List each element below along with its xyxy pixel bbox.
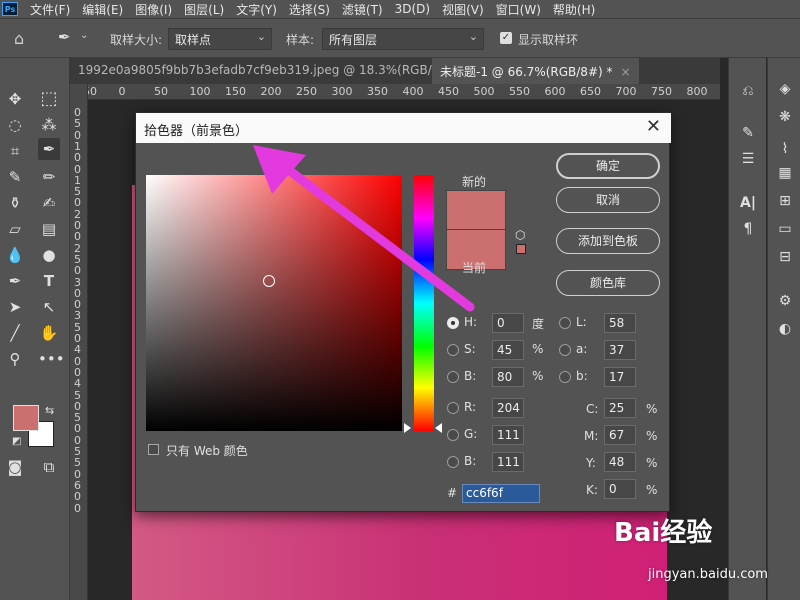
watermark-brand: Bai经验 xyxy=(614,518,713,548)
watermark-url: jingyan.baidu.com xyxy=(648,567,768,582)
annotation-arrow xyxy=(253,145,475,312)
arrow-shaft xyxy=(277,160,475,312)
arrow-head-icon xyxy=(253,145,306,194)
